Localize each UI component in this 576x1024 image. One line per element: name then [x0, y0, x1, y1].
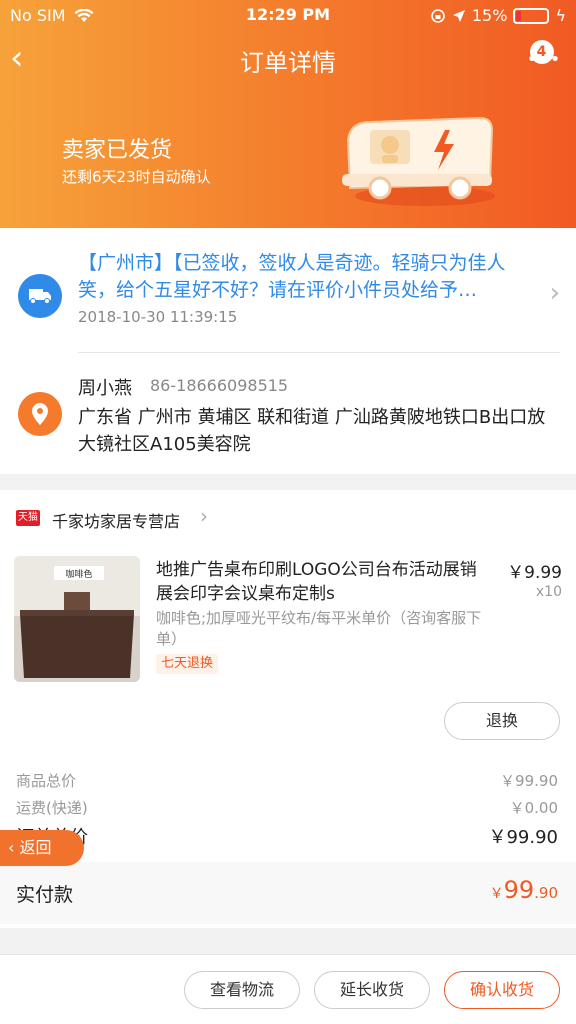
recipient-phone: 86-18666098515	[150, 376, 289, 395]
logistics-address-card: 【广州市】【已签收，签收人是奇迹。轻骑只为佳人笑，给个五星好不好？请在评价小件员…	[0, 228, 576, 474]
goods-total-label: 商品总价	[16, 772, 77, 790]
paid-label: 实付款	[16, 884, 74, 906]
chevron-left-icon: ‹	[8, 838, 20, 857]
location-pin-icon	[18, 392, 62, 436]
product-quantity: x10	[535, 584, 562, 600]
confirm-receipt-button[interactable]: 确认收货	[444, 971, 560, 1009]
truck-icon	[18, 274, 62, 318]
order-status-subtitle: 还剩6天23时自动确认	[62, 168, 211, 186]
nav-bar: ‹ 订单详情 ••• 4	[0, 32, 576, 88]
shipping-label: 运费(快递)	[16, 799, 88, 817]
order-status-header: No SIM 12:29 PM 15% ϟ ‹ 订单详情 4 卖家已发货 还剩6…	[0, 0, 576, 228]
return-policy-tag: 七天退换	[156, 654, 219, 674]
delivery-truck-illustration	[342, 116, 495, 206]
logistics-latest-update: 【广州市】【已签收，签收人是奇迹。轻骑只为佳人笑，给个五星好不好？请在评价小件员…	[78, 252, 506, 301]
location-arrow-icon	[452, 9, 465, 22]
paid-amount-row: 实付款 ￥99.90	[0, 862, 576, 924]
view-logistics-button[interactable]: 查看物流	[184, 971, 300, 1009]
recipient-address: 广东省 广州市 黄埔区 联和街道 广汕路黄陂地铁口B出口放大镜社区A105美容院	[78, 407, 546, 455]
product-image-label: 咖啡色	[65, 568, 92, 580]
order-status-title: 卖家已发货	[62, 138, 173, 163]
order-total-value: ￥99.90	[488, 827, 558, 848]
product-spec: 咖啡色;加厚哑光平纹布/每平米单价（咨询客服下单）	[156, 609, 482, 648]
status-right: 15% ϟ	[430, 6, 566, 25]
chevron-right-icon: ›	[549, 278, 560, 308]
page-title: 订单详情	[240, 49, 336, 77]
charging-icon: ϟ	[555, 6, 566, 25]
paid-integer: 99	[503, 876, 535, 904]
return-exchange-button[interactable]: 退换	[444, 702, 560, 740]
status-bar: No SIM 12:29 PM 15% ϟ	[0, 0, 576, 30]
logistics-time: 2018-10-30 11:39:15	[78, 308, 238, 326]
product-image: 咖啡色	[14, 556, 140, 682]
store-name: 千家坊家居专营店	[52, 512, 181, 531]
recipient-name: 周小燕	[78, 378, 132, 399]
tmall-badge: 天猫	[16, 510, 40, 526]
battery-percent: 15%	[471, 6, 508, 25]
rotation-lock-icon	[431, 8, 445, 23]
notification-badge: 4	[530, 40, 554, 64]
battery-icon	[513, 7, 550, 24]
product-title: 地推广告桌布印刷LOGO公司台布活动展销展会印字会议桌布定制s	[156, 560, 477, 604]
paid-decimal: .90	[534, 884, 558, 902]
more-button[interactable]: ••• 4	[524, 40, 564, 76]
floating-back-button[interactable]: ‹ 返回	[0, 830, 84, 866]
bottom-action-bar: 查看物流 延长收货 确认收货	[0, 954, 576, 1024]
extend-receipt-button[interactable]: 延长收货	[314, 971, 430, 1009]
paid-currency: ￥	[489, 886, 504, 902]
paid-value: ￥99.90	[490, 876, 558, 904]
divider	[78, 352, 560, 353]
shipping-value: ￥0.00	[509, 799, 558, 817]
floating-back-label: 返回	[19, 838, 52, 857]
product-price: ￥9.99	[507, 563, 562, 583]
order-card: 天猫 千家坊家居专营店 › 咖啡色 地推广告桌布印刷LOGO公司台布活动展销展会…	[0, 490, 576, 928]
chevron-right-icon: ›	[200, 504, 208, 528]
goods-total-value: ￥99.90	[500, 772, 558, 790]
